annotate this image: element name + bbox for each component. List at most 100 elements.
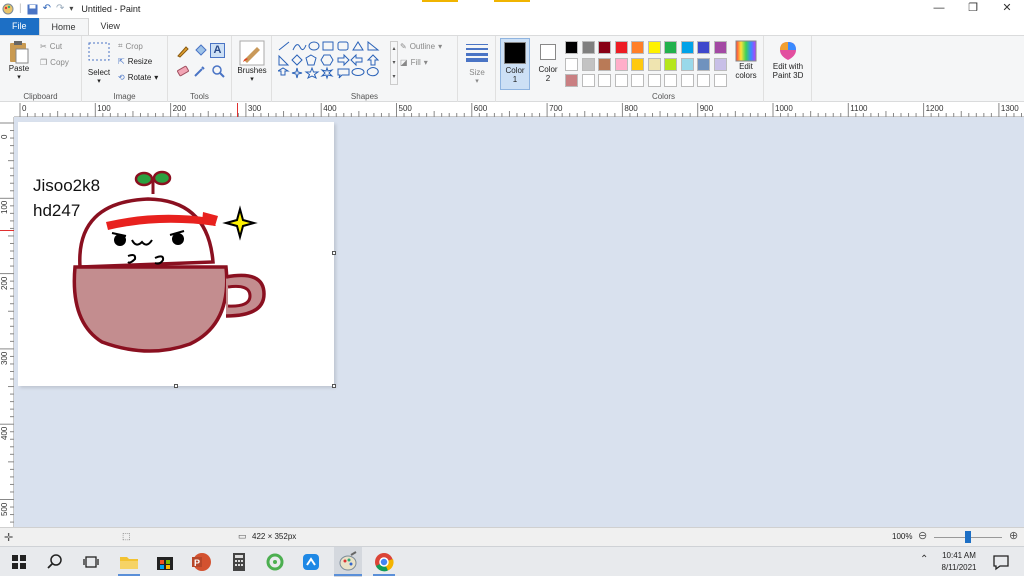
color-swatch[interactable] xyxy=(581,74,595,87)
color-swatch[interactable] xyxy=(713,57,727,71)
color-swatch[interactable] xyxy=(614,41,628,54)
edit-colors-button[interactable]: Edit colors xyxy=(730,40,762,80)
copy-button[interactable]: ❐ Copy xyxy=(40,58,69,67)
color-swatch[interactable] xyxy=(598,74,611,87)
clock[interactable]: 10:41 AM 8/11/2021 xyxy=(936,550,982,574)
minimize-icon[interactable]: — xyxy=(922,0,956,18)
select-icon xyxy=(88,42,110,61)
text-tool-icon[interactable]: A xyxy=(210,43,225,58)
pencil-icon[interactable] xyxy=(176,44,190,58)
canvas-resize-handle-bottom[interactable] xyxy=(174,384,178,388)
tab-home[interactable]: Home xyxy=(38,18,89,35)
color-swatch[interactable] xyxy=(565,41,578,54)
magnifier-icon[interactable] xyxy=(211,64,225,78)
windows-start-icon[interactable] xyxy=(8,551,30,573)
brushes-button[interactable]: Brushes ▾ xyxy=(236,40,268,83)
color-swatch[interactable] xyxy=(631,57,644,71)
color-swatch[interactable] xyxy=(664,57,677,71)
fill-button[interactable]: ◪ Fill ▾ xyxy=(400,58,428,67)
color-swatch[interactable] xyxy=(697,57,710,71)
cursor-position-icon: ✛ xyxy=(4,532,14,544)
task-view-icon[interactable] xyxy=(80,551,102,573)
color-swatch[interactable] xyxy=(647,57,661,71)
color-swatch[interactable] xyxy=(565,74,578,87)
color-swatch[interactable] xyxy=(680,57,694,71)
zoom-slider-thumb[interactable] xyxy=(965,531,971,543)
ruler-label: 400 xyxy=(0,426,9,441)
title-accent xyxy=(422,0,458,2)
color-swatch[interactable] xyxy=(697,74,710,87)
color-swatch[interactable] xyxy=(631,41,644,54)
color-swatch[interactable] xyxy=(713,41,727,54)
crop-button[interactable]: ⌗ Crop xyxy=(118,41,143,51)
show-hidden-icons-icon[interactable]: ⌃ xyxy=(920,554,928,565)
color-swatch[interactable] xyxy=(581,41,595,54)
undo-icon[interactable]: ↶ xyxy=(43,0,51,18)
canvas-resize-handle-corner[interactable] xyxy=(332,384,336,388)
color-swatch[interactable] xyxy=(631,74,644,87)
canvas-resize-handle-right[interactable] xyxy=(332,251,336,255)
notification-icon[interactable] xyxy=(990,551,1012,573)
brush-icon xyxy=(239,40,265,66)
close-icon[interactable]: ✕ xyxy=(990,0,1024,18)
cup-character-drawing xyxy=(72,170,266,353)
eraser-icon[interactable] xyxy=(176,64,190,78)
chrome-icon[interactable] xyxy=(373,551,395,573)
rotate-button[interactable]: ⟲ Rotate ▾ xyxy=(118,73,158,82)
tab-view[interactable]: View xyxy=(89,18,132,35)
color-swatch[interactable] xyxy=(664,41,677,54)
outline-button[interactable]: ✎ Outline ▾ xyxy=(400,42,442,51)
restore-icon[interactable]: ❐ xyxy=(956,0,990,18)
paint-taskbar-icon[interactable] xyxy=(337,551,359,573)
powerpoint-icon[interactable]: P xyxy=(190,551,212,573)
resize-button[interactable]: ⇱ Resize xyxy=(118,57,152,66)
color-swatch[interactable] xyxy=(647,41,661,54)
color-swatch[interactable] xyxy=(598,57,611,71)
color-swatch[interactable] xyxy=(614,74,628,87)
paint3d-group: Edit with Paint 3D xyxy=(764,36,812,102)
search-icon[interactable] xyxy=(44,551,66,573)
color-swatch[interactable] xyxy=(581,57,595,71)
color2-button[interactable]: Color 2 xyxy=(534,38,562,83)
color-picker-icon[interactable] xyxy=(193,64,207,78)
zoom-out-icon[interactable]: ⊖ xyxy=(918,529,927,542)
color-swatch[interactable] xyxy=(680,74,694,87)
drawing-canvas[interactable]: Jisoo2k8 hd247 xyxy=(18,122,336,388)
select-button[interactable]: Select ▾ xyxy=(84,42,114,85)
status-bar: ✛ ⬚ ▭ 422 × 352px 100% ⊖ ⊕ xyxy=(0,527,1024,546)
cut-button[interactable]: ✂ Cut xyxy=(40,42,62,51)
brushes-dropdown-icon: ▾ xyxy=(250,76,254,83)
color-swatch[interactable] xyxy=(697,41,710,54)
color-swatch[interactable] xyxy=(680,41,694,54)
ruler-label: 100 xyxy=(0,200,9,215)
color-swatch[interactable] xyxy=(614,57,628,71)
tab-file[interactable]: File xyxy=(0,18,39,35)
fill-icon: ◪ xyxy=(400,58,408,67)
color-swatch[interactable] xyxy=(598,41,611,54)
edit-with-paint3d-button[interactable]: Edit with Paint 3D xyxy=(766,40,810,80)
shapes-group: ▴ ▾ ▾ ✎ Outline ▾ ◪ Fill ▾ Shapes xyxy=(272,36,458,102)
fill-bucket-icon[interactable] xyxy=(193,44,207,58)
paste-button[interactable]: Paste ▾ xyxy=(4,40,34,81)
store-icon[interactable] xyxy=(154,551,176,573)
save-icon[interactable] xyxy=(27,4,38,15)
paint3d-icon xyxy=(780,42,796,60)
calculator-icon[interactable] xyxy=(228,551,250,573)
shapes-scroll[interactable]: ▴ ▾ ▾ xyxy=(390,41,398,85)
file-explorer-icon[interactable] xyxy=(118,551,140,573)
color-swatch[interactable] xyxy=(565,57,578,71)
redo-icon[interactable]: ↷ xyxy=(56,0,64,18)
green-app-icon[interactable] xyxy=(264,551,286,573)
color-swatch[interactable] xyxy=(647,74,661,87)
quick-access-toolbar: | ↶ ↷ ▾ xyxy=(0,0,73,18)
color-swatch[interactable] xyxy=(664,74,677,87)
size-button[interactable]: Size ▾ xyxy=(462,42,492,85)
zoom-in-icon[interactable]: ⊕ xyxy=(1009,529,1018,542)
blue-app-icon[interactable] xyxy=(300,551,322,573)
color1-button[interactable]: Color 1 xyxy=(500,38,530,90)
vertical-ruler: 0 100 200 300 400 500 xyxy=(0,117,14,527)
separator: | xyxy=(19,3,22,14)
shapes-gallery[interactable] xyxy=(278,41,390,85)
color-swatch[interactable] xyxy=(713,74,727,87)
customize-toolbar-icon[interactable]: ▾ xyxy=(69,0,73,18)
